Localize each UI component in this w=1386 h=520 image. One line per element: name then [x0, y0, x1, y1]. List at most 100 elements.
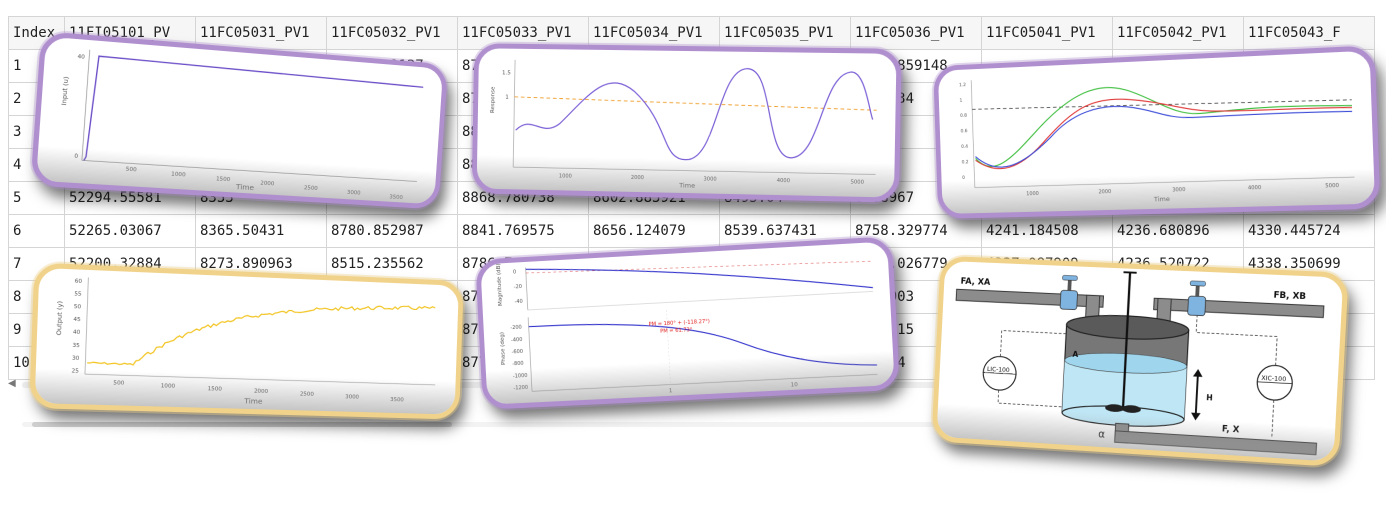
output-ylabel: Output (y) [55, 301, 64, 336]
resp-ytick-3: 0.6 [961, 128, 968, 134]
out-ytick-1: 55 [74, 291, 82, 297]
bode-phase-ytick-5: -1200 [513, 385, 528, 392]
out-ytick-2: 50 [74, 304, 82, 310]
resp-ytick-6: 0 [962, 175, 965, 181]
out-ytick-5: 35 [72, 343, 80, 349]
column-header[interactable]: 11FC05035_PV1 [720, 17, 851, 50]
bode-phase-ytick-2: -600 [512, 349, 524, 356]
level-label: H [1206, 393, 1213, 403]
osc-xtick-0: 1000 [559, 173, 572, 179]
resp-ytick-5: 0.2 [962, 159, 969, 165]
composition-signal-line [1195, 315, 1278, 365]
input-ytick-40: 40 [77, 54, 85, 61]
bode-pm-annotation-1: PM = 180° + (-118.27°) [649, 319, 710, 328]
out-xtick-5: 3000 [345, 394, 359, 400]
bode-xtick-1: 1 [669, 388, 673, 394]
table-cell[interactable]: 8841.769575 [458, 215, 589, 248]
outlet-label: F, X [1222, 423, 1241, 434]
resp-xtick-3: 4000 [1248, 185, 1262, 192]
scroll-left-arrow-icon[interactable]: ◀ [8, 378, 16, 389]
input-step-chart: Input (u) 0 40 500 1000 1500 2000 2500 3000 35… [36, 37, 443, 205]
osc-setpoint-line [514, 97, 876, 110]
resp-xtick-0: 1000 [1026, 191, 1039, 197]
valve-a-icon [1060, 275, 1078, 310]
bode-xtick-10: 10 [790, 382, 798, 388]
level-signal-line [1000, 331, 1066, 361]
table-cell[interactable]: 4241.184508 [982, 215, 1113, 248]
bode-phase-ytick-0: -200 [510, 325, 522, 332]
osc-ytick-1: 1 [505, 95, 509, 101]
out-xtick-4: 2500 [300, 392, 315, 398]
resp-xtick-2: 3000 [1172, 187, 1185, 194]
alpha-label: α [1098, 428, 1106, 441]
output-response-chart-card: Output (y) 60 55 50 45 40 35 30 25 500 1000 1500 2… [29, 263, 464, 420]
column-header[interactable]: 11FC05043_F [1244, 17, 1375, 50]
level-controller-label: LIC-100 [987, 366, 1010, 374]
table-cell[interactable]: 4236.680896 [1113, 215, 1244, 248]
tank-area-label: A [1072, 350, 1078, 359]
column-header[interactable]: 11FC05036_PV1 [851, 17, 982, 50]
bode-mag-ytick-1: -20 [514, 284, 523, 290]
table-cell[interactable]: 52265.03067 [65, 215, 196, 248]
step-responses-chart-card: 1.2 1 0.8 0.6 0.4 0.2 0 1000 2000 3000 4000 5000 T… [933, 45, 1380, 219]
input-xtick-5: 3000 [347, 190, 361, 197]
bode-mag-zero-line [526, 254, 872, 281]
oscillation-chart: Response 1.5 1 1000 2000 3000 4000 5000 Time [477, 48, 897, 197]
osc-xtick-1: 2000 [631, 175, 644, 181]
valve-b-icon [1188, 281, 1207, 316]
bode-mag-ylabel: Magnitude (dB) [496, 263, 504, 306]
bode-mag-ytick-2: -40 [514, 299, 523, 305]
output-xlabel: Time [243, 396, 263, 405]
column-header[interactable]: 11FC05032_PV1 [327, 17, 458, 50]
out-xtick-2: 1500 [208, 386, 223, 392]
output-response-chart: Output (y) 60 55 50 45 40 35 30 25 500 1000 1500 2… [35, 268, 459, 415]
osc-xtick-3: 4000 [777, 178, 790, 184]
bode-phase-ylabel: Phase (deg) [499, 332, 507, 365]
resp-series-green [973, 77, 1353, 167]
input-xlabel: Time [235, 182, 255, 192]
table-cell[interactable]: 8365.50431 [196, 215, 327, 248]
bode-phase-ytick-4: -1000 [513, 373, 528, 380]
osc-xlabel: Time [678, 181, 695, 189]
column-header[interactable]: 11FC05042_PV1 [1113, 17, 1244, 50]
resp-xtick-1: 2000 [1098, 189, 1111, 195]
row-index-cell[interactable]: 6 [9, 215, 65, 248]
bode-phase-ytick-1: -400 [511, 337, 523, 344]
osc-xtick-4: 5000 [851, 179, 864, 185]
bode-phase-ytick-3: -800 [512, 361, 524, 368]
out-ytick-7: 25 [71, 368, 79, 374]
table-cell[interactable]: 8656.124079 [589, 215, 720, 248]
bode-pm-annotation-2: PM = 61.73° [660, 327, 693, 335]
input-xtick-2: 1500 [216, 176, 231, 183]
table-cell[interactable]: 4330.445724 [1244, 215, 1375, 248]
input-xtick-6: 3500 [389, 194, 403, 201]
resp-ytick-4: 0.4 [961, 144, 968, 150]
bode-magnitude-line [526, 250, 873, 306]
out-xtick-3: 2000 [254, 389, 269, 395]
resp-ytick-1: 1 [959, 98, 962, 104]
input-series-line [84, 56, 424, 182]
bode-plot-card: Magnitude (dB) 0 -20 -40 Phase (deg) -200 -… [475, 236, 900, 410]
out-xtick-6: 3500 [390, 397, 404, 403]
inlet-a-label: FA, XA [960, 276, 991, 287]
osc-ytick-1.5: 1.5 [502, 70, 511, 76]
table-row[interactable]: 6 52265.03067 8365.50431 8780.852987 8841.76… [9, 215, 1375, 248]
column-header[interactable]: 11FC05041_PV1 [982, 17, 1113, 50]
mixing-tank-diagram: FA, XA FB, XB A H α F, X LIC-100 XIC-100 [936, 261, 1343, 462]
out-xtick-1: 1000 [161, 383, 176, 389]
input-ytick-0: 0 [74, 154, 79, 160]
bode-mag-ytick-0: 0 [513, 270, 517, 276]
osc-ylabel: Response [490, 86, 496, 113]
osc-xtick-2: 3000 [703, 176, 716, 182]
mixing-tank-diagram-card: FA, XA FB, XB A H α F, X LIC-100 XIC-100 [931, 256, 1348, 467]
level-arrow-icon [1191, 369, 1203, 421]
step-responses-chart: 1.2 1 0.8 0.6 0.4 0.2 0 1000 2000 3000 4000 5000 T… [938, 51, 1375, 214]
input-xtick-1: 1000 [171, 171, 186, 178]
osc-series-line [515, 65, 873, 163]
out-xtick-0: 500 [113, 380, 125, 386]
output-series-line [87, 293, 435, 375]
table-cell[interactable]: 8780.852987 [327, 215, 458, 248]
bode-plot: Magnitude (dB) 0 -20 -40 Phase (deg) -200 -… [480, 241, 894, 404]
composition-controller-label: XIC-100 [1261, 375, 1286, 384]
inlet-b-label: FB, XB [1273, 290, 1306, 302]
